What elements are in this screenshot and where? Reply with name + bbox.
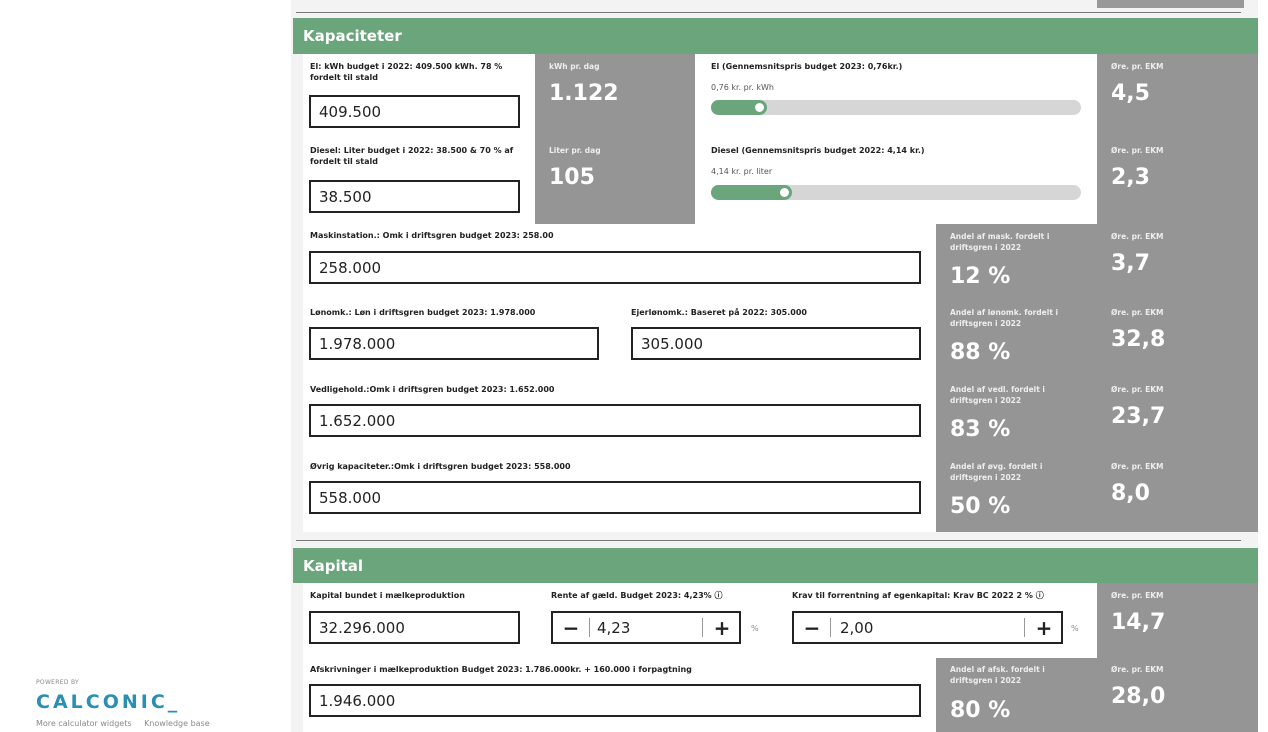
stepper-divider: [589, 618, 590, 637]
diesel-price-label: Diesel (Gennemsnitspris budget 2022: 4,1…: [711, 146, 925, 155]
divider: [296, 540, 1241, 541]
maskin-share-value: 12 %: [950, 264, 1011, 289]
el-ore-caption: Øre. pr. EKM: [1111, 62, 1164, 71]
maskin-ore-caption: Øre. pr. EKM: [1111, 232, 1164, 241]
ovrig-input[interactable]: 558.000: [309, 481, 921, 514]
rente-decrement-button[interactable]: −: [555, 613, 587, 642]
el-price-slider-handle[interactable]: [753, 101, 766, 114]
kapital-bundet-input[interactable]: 32.296.000: [309, 611, 520, 644]
section-title: Kapaciteter: [303, 27, 402, 45]
rente-value[interactable]: 4,23: [597, 613, 630, 642]
lon-input[interactable]: 1.978.000: [309, 327, 599, 360]
el-ore-value: 4,5: [1111, 81, 1150, 106]
calconic-logo[interactable]: CALCONIC_: [36, 691, 180, 713]
krav-stepper[interactable]: − 2,00 +: [792, 611, 1063, 644]
vedl-ore-value: 23,7: [1111, 404, 1166, 429]
ore-column: Øre. pr. EKM 4,5 Øre. pr. EKM 2,3 Øre. p…: [1097, 54, 1258, 532]
krav-label-text: Krav til forrentning af egenkapital: Kra…: [792, 591, 1033, 600]
footer-links: More calculator widgets Knowledge base: [36, 719, 220, 728]
maskin-ore-value: 3,7: [1111, 251, 1150, 276]
kwh-per-day-value: 1.122: [549, 81, 619, 106]
vedl-ore-caption: Øre. pr. EKM: [1111, 385, 1164, 394]
diesel-ore-caption: Øre. pr. EKM: [1111, 146, 1164, 155]
el-price-sub: 0,76 kr. pr. kWh: [711, 83, 774, 92]
ovrig-ore-caption: Øre. pr. EKM: [1111, 462, 1164, 471]
diesel-budget-label: Diesel: Liter budget i 2022: 38.500 & 70…: [310, 146, 514, 166]
section-header-kapaciteter: Kapaciteter: [293, 18, 1258, 54]
vedl-input[interactable]: 1.652.000: [309, 404, 921, 437]
powered-by-label: POWERED BY: [36, 679, 80, 686]
ovrig-share-caption: Andel af øvg. fordelt i driftsgren i 202…: [950, 462, 1043, 482]
top-gray-strip: [1097, 0, 1244, 8]
ejerlon-label: Ejerlønomk.: Baseret på 2022: 305.000: [631, 308, 807, 317]
kwh-per-day-caption: kWh pr. dag: [549, 62, 600, 71]
kapital-ore-caption: Øre. pr. EKM: [1111, 591, 1164, 600]
rente-stepper[interactable]: − 4,23 +: [551, 611, 741, 644]
more-widgets-link[interactable]: More calculator widgets: [36, 719, 132, 728]
afskr-share-caption: Andel af afsk. fordelt i driftsgren i 20…: [950, 665, 1045, 685]
diesel-liter-input[interactable]: 38.500: [309, 180, 520, 213]
krav-label: Krav til forrentning af egenkapital: Kra…: [792, 590, 1044, 601]
afskr-share-panel: Andel af afsk. fordelt i driftsgren i 20…: [936, 658, 1097, 732]
vedl-share-caption: Andel af vedl. fordelt i driftsgren i 20…: [950, 385, 1045, 405]
ovrig-share-value: 50 %: [950, 494, 1011, 519]
vedl-label: Vedligehold.:Omk i driftsgren budget 202…: [310, 385, 555, 394]
liter-per-day-caption: Liter pr. dag: [549, 146, 601, 155]
section-title: Kapital: [303, 556, 364, 575]
afskr-input[interactable]: 1.946.000: [309, 684, 921, 717]
lon-label: Lønomk.: Løn i driftsgren budget 2023: 1…: [310, 308, 536, 317]
ejerlon-input[interactable]: 305.000: [631, 327, 921, 360]
stepper-divider: [1024, 618, 1025, 637]
lon-ore-value: 32,8: [1111, 327, 1166, 352]
diesel-price-sub: 4,14 kr. pr. liter: [711, 167, 773, 176]
info-icon[interactable]: ⓘ: [714, 591, 722, 600]
krav-unit: %: [1071, 624, 1079, 633]
kapital-ore-value: 14,7: [1111, 610, 1166, 635]
el-price-label: El (Gennemsnitspris budget 2023: 0,76kr.…: [711, 62, 903, 71]
maskin-input[interactable]: 258.000: [309, 251, 921, 284]
share-column: Andel af mask. fordelt i driftsgren i 20…: [936, 224, 1097, 532]
ovrig-ore-value: 8,0: [1111, 481, 1150, 506]
kapital-ore-column: Øre. pr. EKM 14,7 Øre. pr. EKM 28,0: [1097, 583, 1258, 732]
kapital-bundet-label: Kapital bundet i mælkeproduktion: [310, 591, 465, 600]
rente-increment-button[interactable]: +: [706, 613, 738, 642]
lon-share-caption: Andel af lønomk. fordelt i driftsgren i …: [950, 308, 1059, 328]
stepper-divider: [702, 618, 703, 637]
ovrig-label: Øvrig kapaciteter.:Omk i driftsgren budg…: [310, 462, 571, 471]
per-day-panel: kWh pr. dag 1.122 Liter pr. dag 105: [535, 54, 695, 224]
rente-label: Rente af gæld. Budget 2023: 4,23% ⓘ: [551, 590, 722, 601]
el-kwh-input[interactable]: 409.500: [309, 95, 520, 128]
section-header-kapital: Kapital: [293, 548, 1258, 583]
el-budget-label: El: kWh budget i 2022: 409.500 kWh. 78 %…: [310, 62, 503, 82]
afskr-ore-caption: Øre. pr. EKM: [1111, 665, 1164, 674]
liter-per-day-value: 105: [549, 165, 595, 190]
afskr-ore-value: 28,0: [1111, 684, 1166, 709]
knowledge-base-link[interactable]: Knowledge base: [144, 719, 210, 728]
rente-unit: %: [751, 624, 759, 633]
info-icon[interactable]: ⓘ: [1036, 591, 1044, 600]
maskin-share-caption: Andel af mask. fordelt i driftsgren i 20…: [950, 232, 1050, 252]
krav-value[interactable]: 2,00: [840, 613, 873, 642]
diesel-ore-value: 2,3: [1111, 165, 1150, 190]
vedl-share-value: 83 %: [950, 417, 1011, 442]
lon-ore-caption: Øre. pr. EKM: [1111, 308, 1164, 317]
krav-increment-button[interactable]: +: [1028, 613, 1060, 642]
stepper-divider: [830, 618, 831, 637]
diesel-price-slider-handle[interactable]: [778, 186, 791, 199]
rente-label-text: Rente af gæld. Budget 2023: 4,23%: [551, 591, 712, 600]
divider: [296, 12, 1241, 13]
lon-share-value: 88 %: [950, 340, 1011, 365]
afskr-share-value: 80 %: [950, 698, 1011, 723]
maskin-label: Maskinstation.: Omk i driftsgren budget …: [310, 231, 554, 240]
krav-decrement-button[interactable]: −: [796, 613, 828, 642]
afskr-label: Afskrivninger i mælkeproduktion Budget 2…: [310, 665, 692, 674]
